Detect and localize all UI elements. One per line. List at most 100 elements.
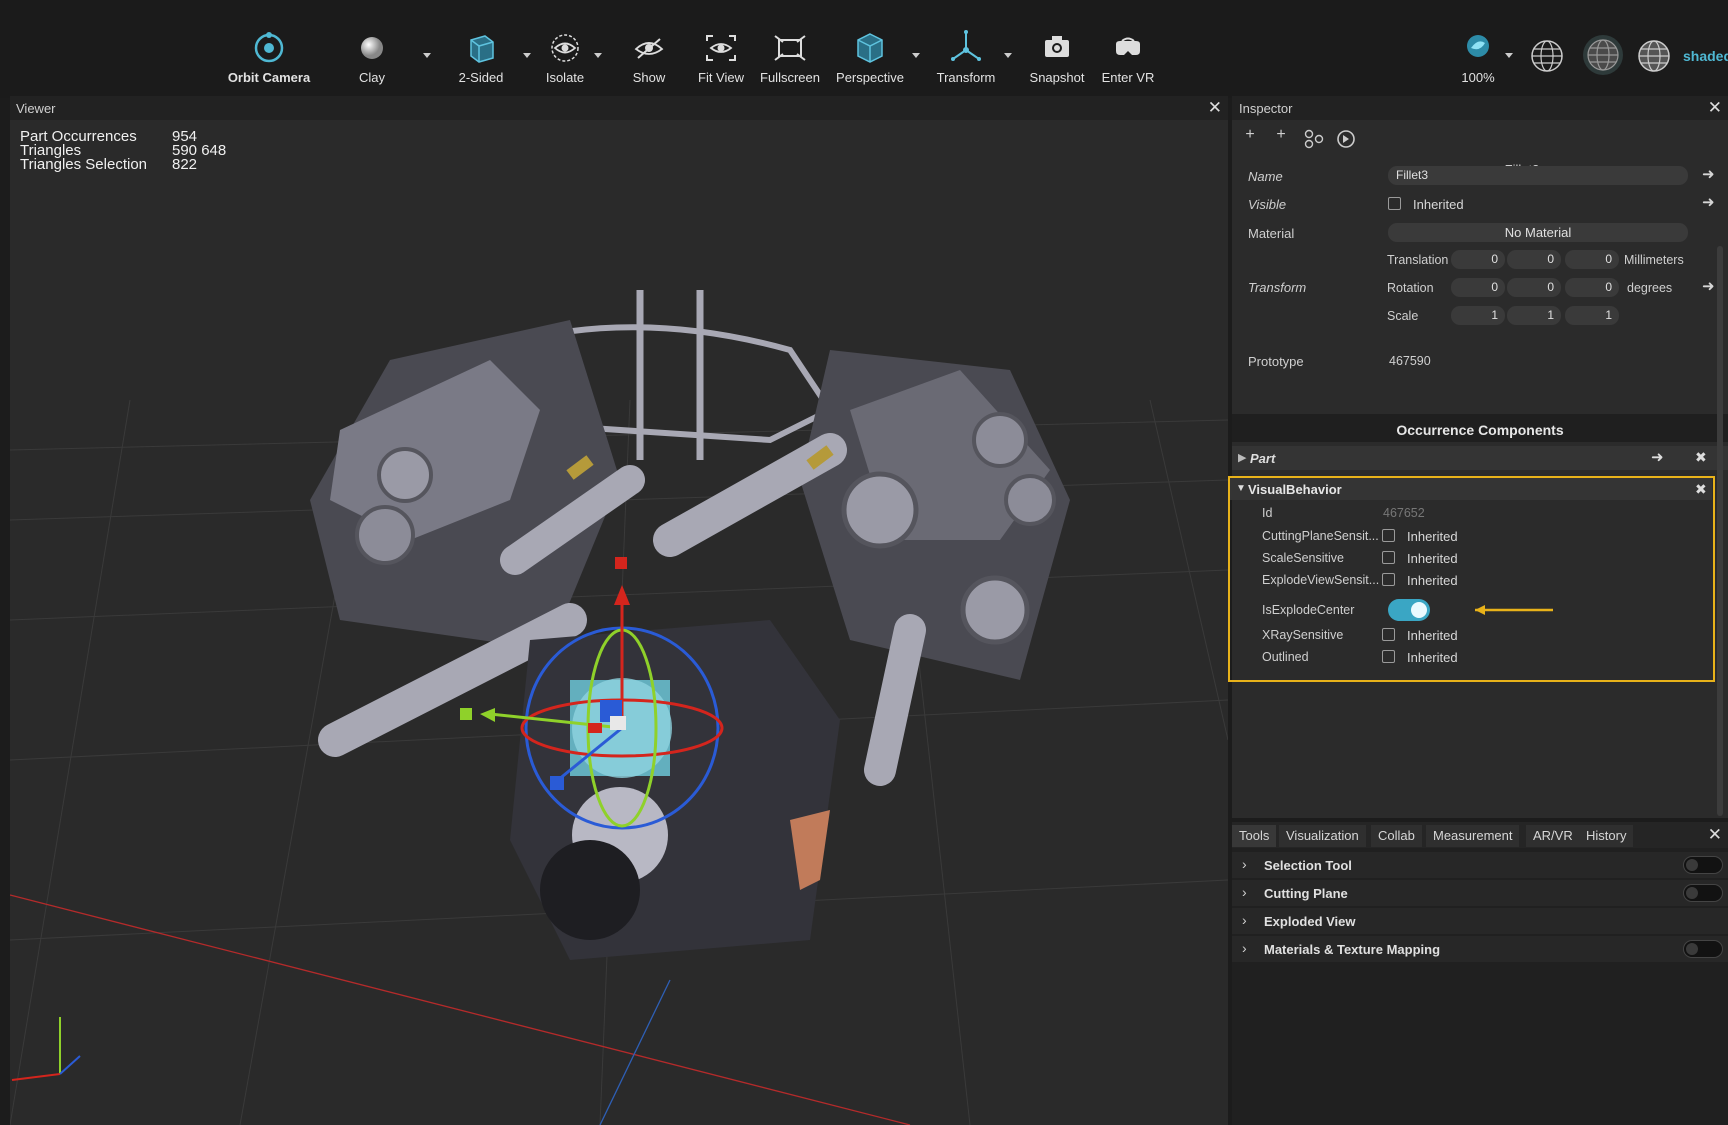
cutting-plane-sensitive-checkbox[interactable] xyxy=(1382,529,1395,542)
shaded-globe-icon[interactable] xyxy=(1582,34,1624,76)
isolate-dropdown-chevron-icon[interactable] xyxy=(592,50,604,60)
scale-sensitive-label: ScaleSensitive xyxy=(1262,551,1344,565)
fit-view-icon xyxy=(706,35,736,61)
name-field[interactable]: Fillet3 xyxy=(1388,166,1688,185)
orbit-camera-label: Orbit Camera xyxy=(227,70,311,85)
selection-tool-toggle[interactable] xyxy=(1683,856,1723,874)
shaded-wire-globe-icon[interactable] xyxy=(1636,38,1672,74)
chevron-right-icon[interactable]: › xyxy=(1242,856,1247,872)
perspective-dropdown-chevron-icon[interactable] xyxy=(910,50,922,60)
scale-sensitive-checkbox[interactable] xyxy=(1382,551,1395,564)
transform-button[interactable]: Transform xyxy=(923,26,1009,92)
materials-toggle[interactable] xyxy=(1683,940,1723,958)
tab-collab[interactable]: Collab xyxy=(1371,825,1422,847)
add-property-icon[interactable]: + xyxy=(1239,126,1261,148)
cutting-plane-toggle[interactable] xyxy=(1683,884,1723,902)
stat-row: Triangles Selection 822 xyxy=(20,157,226,172)
scale-x-field[interactable]: 1 xyxy=(1451,306,1505,325)
3d-viewport[interactable] xyxy=(10,120,1228,1125)
enter-vr-button[interactable]: Enter VR xyxy=(1085,26,1171,92)
two-sided-label: 2-Sided xyxy=(458,70,504,85)
is-explode-center-toggle[interactable] xyxy=(1388,599,1430,621)
name-label: Name xyxy=(1248,169,1283,184)
visible-checkbox[interactable] xyxy=(1388,197,1401,210)
translation-z-field[interactable]: 0 xyxy=(1565,250,1619,269)
rotation-z-field[interactable]: 0 xyxy=(1565,278,1619,297)
visible-apply-arrow-icon[interactable]: ➜ xyxy=(1702,193,1715,211)
add-component-icon[interactable]: + xyxy=(1270,126,1292,148)
chevron-right-icon[interactable]: › xyxy=(1242,912,1247,928)
part-component-row[interactable]: ▶ Part ➜ ✖ xyxy=(1232,446,1728,470)
perspective-button[interactable]: Perspective xyxy=(827,26,913,92)
two-sided-button[interactable]: 2-Sided xyxy=(438,26,524,92)
orbit-camera-button[interactable]: Orbit Camera xyxy=(226,26,312,92)
tab-ar-vr[interactable]: AR/VR xyxy=(1526,825,1580,847)
translation-label: Translation xyxy=(1387,253,1449,267)
rotation-y-field[interactable]: 0 xyxy=(1507,278,1561,297)
tool-label: Exploded View xyxy=(1264,914,1356,929)
inspector-panel: Inspector ✕ + + Fillet3 Name Fillet3 ➜ V… xyxy=(1228,96,1728,818)
transform-apply-arrow-icon[interactable]: ➜ xyxy=(1702,277,1715,295)
scale-y-field[interactable]: 1 xyxy=(1507,306,1561,325)
fullscreen-button[interactable]: Fullscreen xyxy=(747,26,833,92)
tool-label: Cutting Plane xyxy=(1264,886,1348,901)
chevron-right-icon[interactable]: › xyxy=(1242,940,1247,956)
tab-visualization[interactable]: Visualization xyxy=(1279,825,1366,847)
isolate-label: Isolate xyxy=(545,70,585,85)
tool-row-materials[interactable]: › Materials & Texture Mapping xyxy=(1232,936,1728,962)
rotation-unit: degrees xyxy=(1627,281,1673,295)
app-window: Orbit Camera Clay 2-Sided Isolate Show F… xyxy=(0,0,1728,1125)
xray-sensitive-checkbox[interactable] xyxy=(1382,628,1395,641)
collapse-chevron-icon[interactable]: ▼ xyxy=(1236,483,1246,494)
id-value: 467652 xyxy=(1383,506,1425,520)
visual-behavior-remove-icon[interactable]: ✖ xyxy=(1695,481,1707,498)
visual-behavior-header[interactable]: ▼ VisualBehavior ✖ xyxy=(1230,478,1712,500)
translation-x-field[interactable]: 0 xyxy=(1451,250,1505,269)
tab-measurement[interactable]: Measurement xyxy=(1426,825,1520,847)
wireframe-globe-icon[interactable] xyxy=(1529,38,1565,74)
outlined-checkbox[interactable] xyxy=(1382,650,1395,663)
part-remove-icon[interactable]: ✖ xyxy=(1695,449,1707,466)
zoom-dropdown-chevron-icon[interactable] xyxy=(1503,50,1515,60)
scale-label: Scale xyxy=(1387,309,1419,323)
visible-inherited-label: Inherited xyxy=(1413,197,1464,212)
clay-label: Clay xyxy=(358,70,385,85)
clay-dropdown-chevron-icon[interactable] xyxy=(421,50,433,60)
tool-label: Selection Tool xyxy=(1264,858,1352,873)
link-nodes-icon[interactable] xyxy=(1303,128,1325,150)
perspective-cube-icon xyxy=(857,33,883,63)
viewer-close-icon[interactable]: ✕ xyxy=(1208,98,1222,118)
clay-button[interactable]: Clay xyxy=(329,26,415,92)
explode-view-sensitive-checkbox[interactable] xyxy=(1382,573,1395,586)
inspector-close-icon[interactable]: ✕ xyxy=(1708,98,1722,118)
viewer-header: Viewer ✕ xyxy=(10,96,1228,120)
inherited-label: Inherited xyxy=(1407,650,1458,665)
translation-y-field[interactable]: 0 xyxy=(1507,250,1561,269)
tool-row-selection[interactable]: › Selection Tool xyxy=(1232,852,1728,878)
inspector-scrollbar[interactable] xyxy=(1717,246,1723,816)
tab-tools[interactable]: Tools xyxy=(1232,825,1277,847)
name-apply-arrow-icon[interactable]: ➜ xyxy=(1702,165,1715,183)
rotation-x-field[interactable]: 0 xyxy=(1451,278,1505,297)
fullscreen-label: Fullscreen xyxy=(760,70,820,85)
expand-chevron-icon[interactable]: ▶ xyxy=(1238,451,1246,464)
prototype-label: Prototype xyxy=(1248,354,1304,369)
id-label: Id xyxy=(1262,506,1273,520)
inspector-header: Inspector ✕ xyxy=(1232,96,1728,120)
visible-label: Visible xyxy=(1248,197,1287,212)
scene-stats: Part Occurrences 954 Triangles 590 648 Tri… xyxy=(20,129,226,172)
material-field[interactable]: No Material xyxy=(1388,223,1688,242)
transform-dropdown-chevron-icon[interactable] xyxy=(1002,50,1014,60)
render-mode-label[interactable]: shaded xyxy=(1683,48,1728,64)
rotation-label: Rotation xyxy=(1387,281,1434,295)
part-navigate-arrow-icon[interactable]: ➜ xyxy=(1651,448,1664,466)
chevron-right-icon[interactable]: › xyxy=(1242,884,1247,900)
tools-close-icon[interactable]: ✕ xyxy=(1708,825,1722,845)
explode-view-sensitive-label: ExplodeViewSensit... xyxy=(1262,573,1380,587)
target-navigate-icon[interactable] xyxy=(1335,128,1357,150)
scale-z-field[interactable]: 1 xyxy=(1565,306,1619,325)
tool-row-cutting-plane[interactable]: › Cutting Plane xyxy=(1232,880,1728,906)
tool-row-exploded-view[interactable]: › Exploded View xyxy=(1232,908,1728,934)
visual-behavior-title: VisualBehavior xyxy=(1248,482,1342,497)
tab-history[interactable]: History xyxy=(1579,825,1634,847)
